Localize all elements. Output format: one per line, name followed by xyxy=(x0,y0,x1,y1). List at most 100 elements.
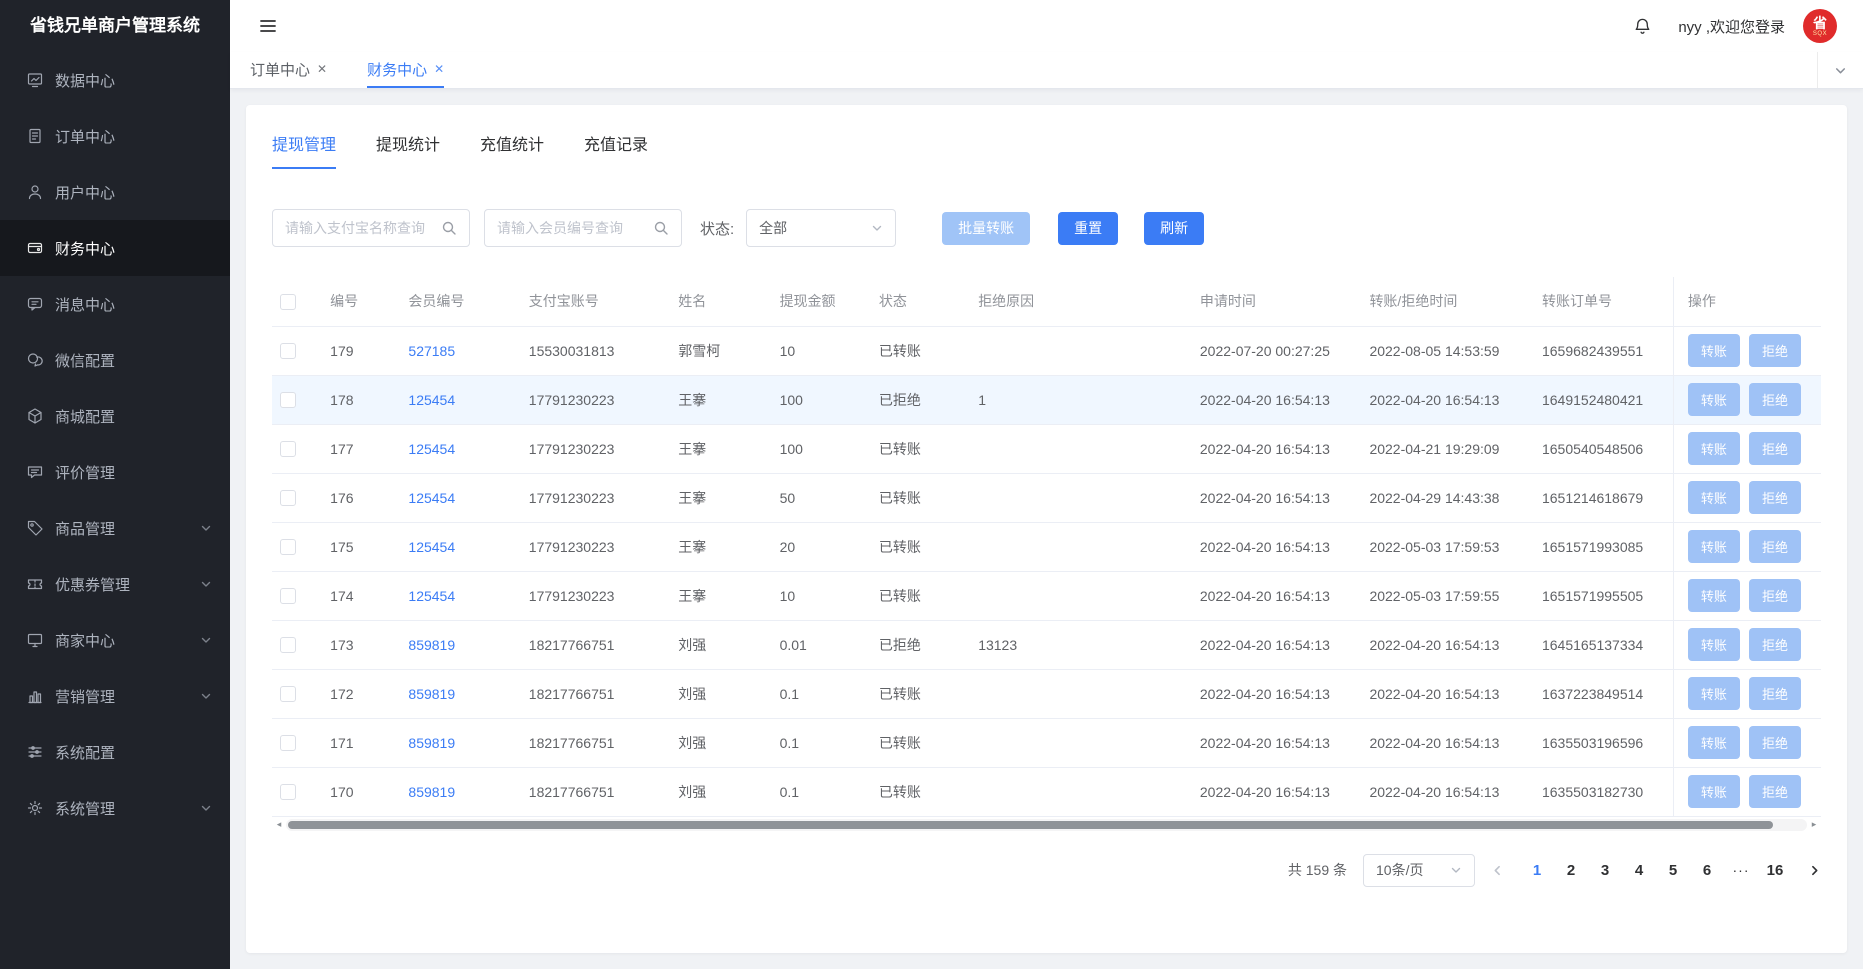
refresh-button[interactable]: 刷新 xyxy=(1144,212,1204,245)
transfer-button[interactable]: 转账 xyxy=(1688,432,1740,465)
alipay-search-input[interactable] xyxy=(285,220,433,236)
row-checkbox[interactable] xyxy=(280,539,296,555)
reject-button[interactable]: 拒绝 xyxy=(1749,530,1801,563)
prev-page-button[interactable] xyxy=(1491,864,1504,877)
member-id-link[interactable]: 125454 xyxy=(408,539,455,555)
sidebar-item-finance-center[interactable]: 财务中心 xyxy=(0,220,230,276)
member-id-link[interactable]: 859819 xyxy=(408,686,455,702)
page-number-3[interactable]: 3 xyxy=(1588,862,1622,879)
row-checkbox[interactable] xyxy=(280,784,296,800)
row-checkbox[interactable] xyxy=(280,637,296,653)
sidebar-item-data-center[interactable]: 数据中心 xyxy=(0,52,230,108)
member-id-link[interactable]: 859819 xyxy=(408,637,455,653)
reject-button[interactable]: 拒绝 xyxy=(1749,432,1801,465)
member-id-link[interactable]: 125454 xyxy=(408,490,455,506)
bell-icon[interactable] xyxy=(1633,17,1652,36)
scrollbar-thumb[interactable] xyxy=(288,821,1773,829)
sidebar-item-system-config[interactable]: 系统配置 xyxy=(0,724,230,780)
sidebar-item-goods-manage[interactable]: 商品管理 xyxy=(0,500,230,556)
member-id-link[interactable]: 527185 xyxy=(408,343,455,359)
transfer-button[interactable]: 转账 xyxy=(1688,775,1740,808)
member-id-link[interactable]: 125454 xyxy=(408,441,455,457)
reject-button[interactable]: 拒绝 xyxy=(1749,481,1801,514)
content-tab-recharge-stats[interactable]: 充值统计 xyxy=(480,131,544,169)
transfer-button[interactable]: 转账 xyxy=(1688,383,1740,416)
row-checkbox[interactable] xyxy=(280,490,296,506)
page-size-value: 10条/页 xyxy=(1376,860,1423,880)
close-tab-icon[interactable]: ✕ xyxy=(317,62,327,76)
sidebar-item-coupon-manage[interactable]: 优惠券管理 xyxy=(0,556,230,612)
member-id-link[interactable]: 859819 xyxy=(408,735,455,751)
sidebar-item-review-manage[interactable]: 评价管理 xyxy=(0,444,230,500)
row-checkbox[interactable] xyxy=(280,392,296,408)
page-number-16[interactable]: 16 xyxy=(1758,862,1792,879)
row-checkbox[interactable] xyxy=(280,343,296,359)
page-number-2[interactable]: 2 xyxy=(1554,862,1588,879)
sidebar: 省钱兄单商户管理系统 数据中心订单中心用户中心财务中心消息中心微信配置商城配置评… xyxy=(0,0,230,969)
avatar[interactable]: 省 SQX xyxy=(1803,9,1837,43)
sidebar-item-label: 数据中心 xyxy=(55,70,115,91)
member-id-link[interactable]: 859819 xyxy=(408,784,455,800)
transfer-button[interactable]: 转账 xyxy=(1688,628,1740,661)
content-tab-withdraw-stats[interactable]: 提现统计 xyxy=(376,131,440,169)
tabs-dropdown-button[interactable] xyxy=(1817,52,1863,88)
cell-order-no: 1637223849514 xyxy=(1534,669,1673,718)
member-id-link[interactable]: 125454 xyxy=(408,588,455,604)
sidebar-item-mall-config[interactable]: 商城配置 xyxy=(0,388,230,444)
cell-apply-time: 2022-04-20 16:54:13 xyxy=(1192,767,1362,816)
sidebar-item-system-manage[interactable]: 系统管理 xyxy=(0,780,230,836)
row-checkbox[interactable] xyxy=(280,686,296,702)
page-number-1[interactable]: 1 xyxy=(1520,862,1554,879)
page-number-6[interactable]: 6 xyxy=(1690,862,1724,879)
cell-amount: 100 xyxy=(772,375,871,424)
transfer-button[interactable]: 转账 xyxy=(1688,677,1740,710)
transfer-button[interactable]: 转账 xyxy=(1688,726,1740,759)
row-checkbox[interactable] xyxy=(280,735,296,751)
sidebar-item-merchant-center[interactable]: 商家中心 xyxy=(0,612,230,668)
cell-status: 已转账 xyxy=(871,522,970,571)
reject-button[interactable]: 拒绝 xyxy=(1749,579,1801,612)
close-tab-icon[interactable]: ✕ xyxy=(434,62,444,76)
page-number-5[interactable]: 5 xyxy=(1656,862,1690,879)
content-tab-recharge-records[interactable]: 充值记录 xyxy=(584,131,648,169)
sidebar-item-message-center[interactable]: 消息中心 xyxy=(0,276,230,332)
reset-button[interactable]: 重置 xyxy=(1058,212,1118,245)
content-tab-withdraw-manage[interactable]: 提现管理 xyxy=(272,131,336,169)
status-select[interactable]: 全部 xyxy=(746,209,896,247)
reject-button[interactable]: 拒绝 xyxy=(1749,628,1801,661)
reject-button[interactable]: 拒绝 xyxy=(1749,383,1801,416)
batch-transfer-button[interactable]: 批量转账 xyxy=(942,212,1030,245)
select-all-checkbox[interactable] xyxy=(280,294,296,310)
scroll-right-icon[interactable]: ▸ xyxy=(1807,819,1821,830)
reject-button[interactable]: 拒绝 xyxy=(1749,677,1801,710)
page-number-4[interactable]: 4 xyxy=(1622,862,1656,879)
hamburger-menu-icon[interactable] xyxy=(258,16,278,36)
transfer-button[interactable]: 转账 xyxy=(1688,481,1740,514)
more-pages-icon[interactable]: ··· xyxy=(1724,862,1758,878)
sidebar-item-marketing-manage[interactable]: 营销管理 xyxy=(0,668,230,724)
cell-amount: 10 xyxy=(772,571,871,620)
next-page-button[interactable] xyxy=(1808,864,1821,877)
page-size-select[interactable]: 10条/页 xyxy=(1363,854,1475,887)
sidebar-item-order-center[interactable]: 订单中心 xyxy=(0,108,230,164)
cell-reason xyxy=(970,326,1192,375)
member-search-input[interactable] xyxy=(497,220,645,236)
scroll-left-icon[interactable]: ◂ xyxy=(272,819,286,830)
horizontal-scrollbar[interactable]: ◂ ▸ xyxy=(272,818,1821,832)
row-checkbox[interactable] xyxy=(280,588,296,604)
member-id-link[interactable]: 125454 xyxy=(408,392,455,408)
row-checkbox[interactable] xyxy=(280,441,296,457)
reject-button[interactable]: 拒绝 xyxy=(1749,334,1801,367)
transfer-button[interactable]: 转账 xyxy=(1688,579,1740,612)
sidebar-item-wechat-config[interactable]: 微信配置 xyxy=(0,332,230,388)
withdrawals-table: 编号会员编号支付宝账号姓名提现金额状态拒绝原因申请时间转账/拒绝时间转账订单号操… xyxy=(272,277,1821,817)
sidebar-item-user-center[interactable]: 用户中心 xyxy=(0,164,230,220)
transfer-button[interactable]: 转账 xyxy=(1688,334,1740,367)
page-tab-order-center[interactable]: 订单中心✕ xyxy=(250,52,327,88)
reject-button[interactable]: 拒绝 xyxy=(1749,775,1801,808)
scrollbar-track[interactable] xyxy=(286,819,1807,831)
transfer-button[interactable]: 转账 xyxy=(1688,530,1740,563)
reject-button[interactable]: 拒绝 xyxy=(1749,726,1801,759)
page-tab-finance-center[interactable]: 财务中心✕ xyxy=(367,52,444,88)
content-area: 提现管理提现统计充值统计充值记录 状态: xyxy=(230,89,1863,969)
